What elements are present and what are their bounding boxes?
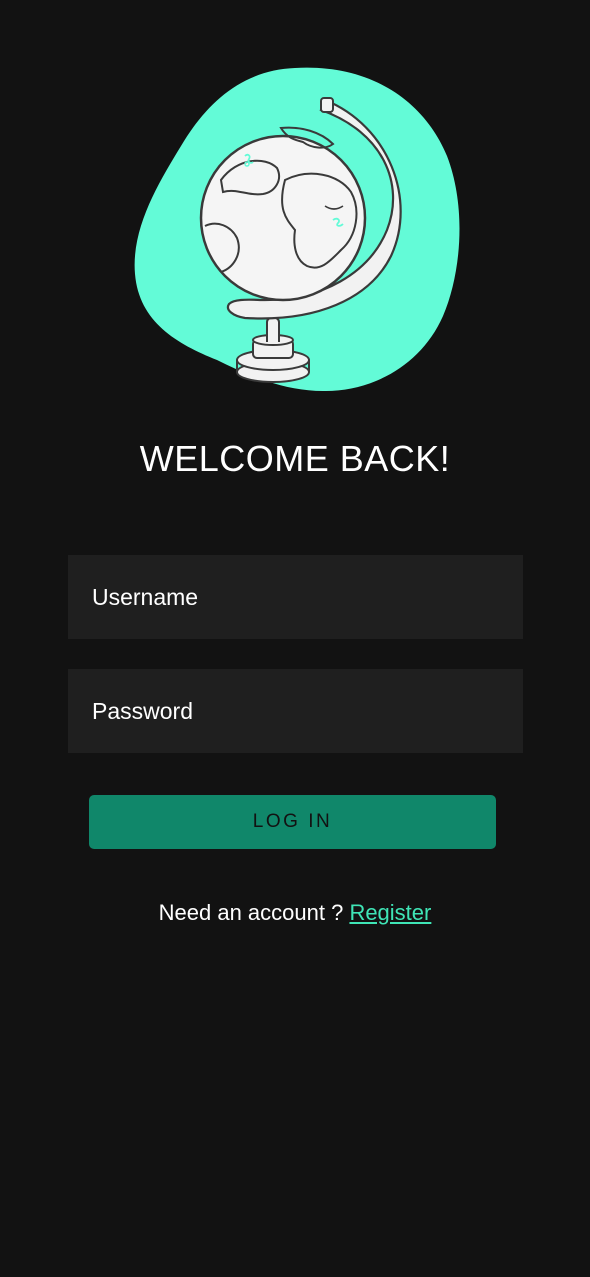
register-link[interactable]: Register <box>349 900 431 925</box>
login-button[interactable]: LOG IN <box>89 795 496 849</box>
register-prompt-text: Need an account ? <box>158 900 350 925</box>
globe-illustration-icon <box>134 67 460 392</box>
username-field-container <box>68 555 523 639</box>
username-input[interactable] <box>68 555 523 639</box>
page-title: WELCOME BACK! <box>139 438 451 479</box>
hero-illustration <box>125 60 465 400</box>
password-input[interactable] <box>68 669 523 753</box>
register-prompt: Need an account ? Register <box>0 900 590 926</box>
password-field-container <box>68 669 523 753</box>
